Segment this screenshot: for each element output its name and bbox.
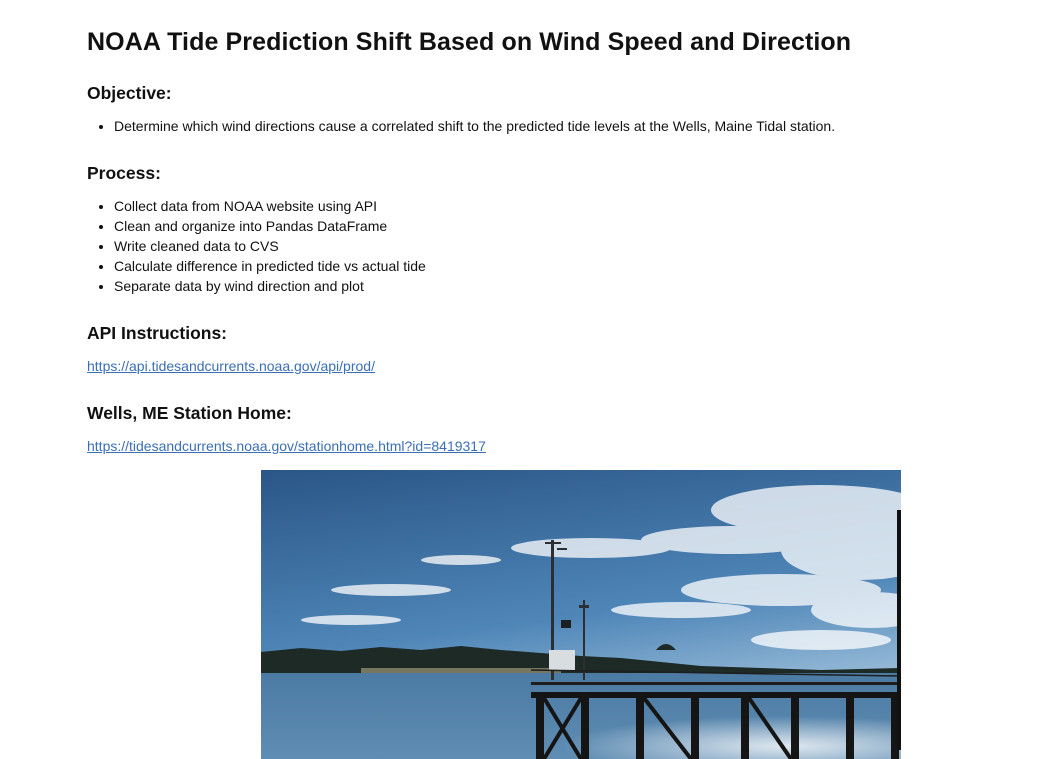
list-item: Calculate difference in predicted tide v… — [114, 256, 426, 276]
list-item: Collect data from NOAA website using API — [114, 196, 426, 216]
process-heading: Process: — [87, 163, 161, 183]
page-title: NOAA Tide Prediction Shift Based on Wind… — [87, 28, 852, 56]
objective-list: Determine which wind directions cause a … — [87, 116, 835, 136]
list-item: Separate data by wind direction and plot — [114, 276, 426, 296]
station-link[interactable]: https://tidesandcurrents.noaa.gov/statio… — [87, 438, 486, 454]
process-list: Collect data from NOAA website using API… — [87, 196, 426, 296]
objective-heading: Objective: — [87, 83, 172, 103]
list-item: Determine which wind directions cause a … — [114, 116, 835, 136]
list-item: Write cleaned data to CVS — [114, 236, 426, 256]
api-link[interactable]: https://api.tidesandcurrents.noaa.gov/ap… — [87, 358, 375, 374]
api-heading: API Instructions: — [87, 323, 228, 343]
station-photo — [261, 470, 901, 759]
station-heading: Wells, ME Station Home: — [87, 403, 292, 423]
list-item: Clean and organize into Pandas DataFrame — [114, 216, 426, 236]
